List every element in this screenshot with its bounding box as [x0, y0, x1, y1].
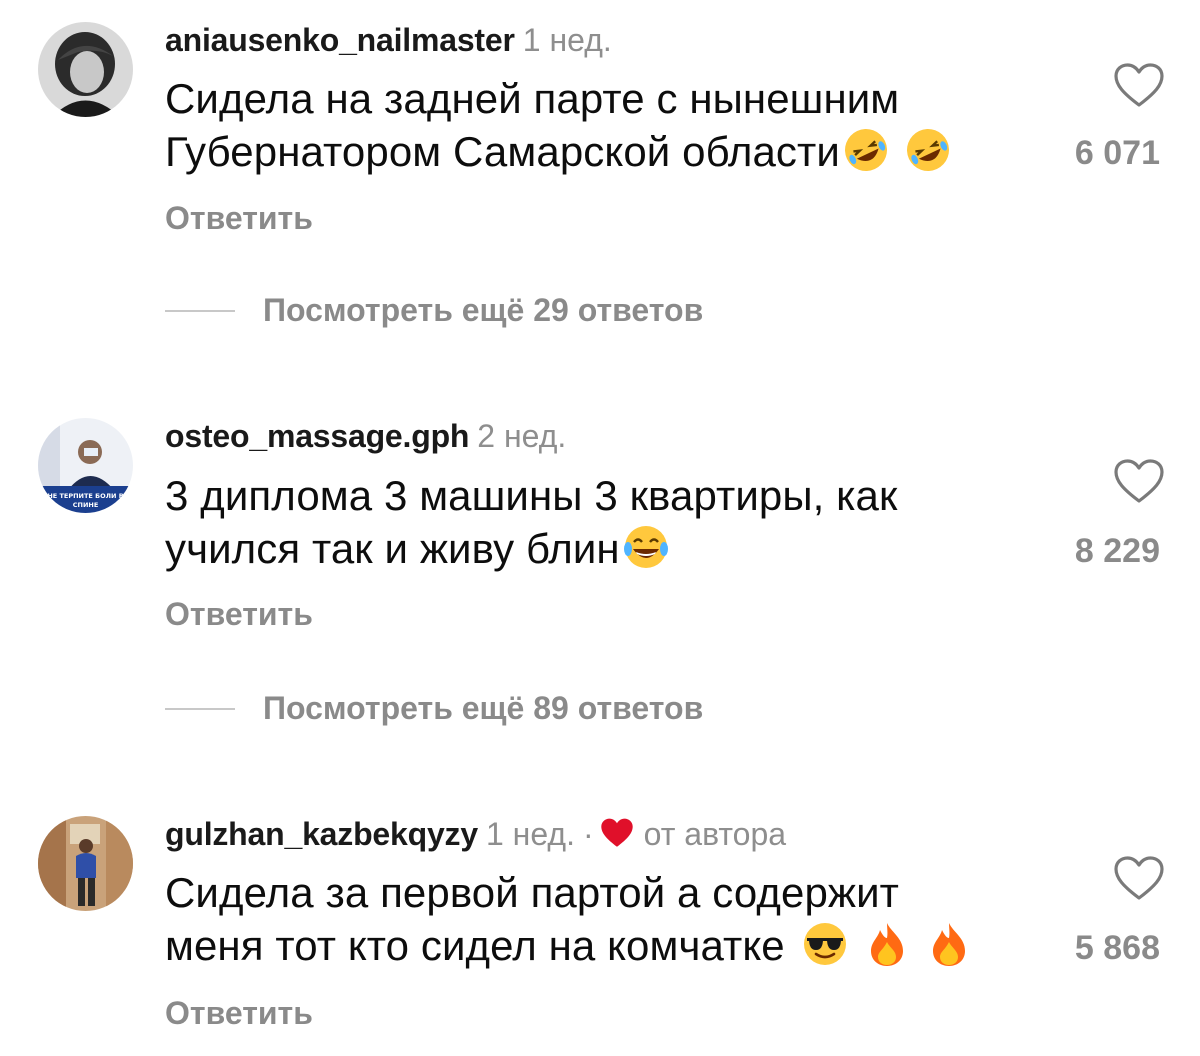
fire-emoji: [925, 920, 973, 968]
replies-divider: [165, 707, 235, 710]
sunglasses-emoji: [801, 920, 849, 968]
comment-meta: osteo_massage.gph 2 нед.: [165, 416, 566, 456]
like-control: 5 868: [1075, 855, 1178, 967]
svg-text:СПИНЕ: СПИНЕ: [73, 501, 99, 509]
avatar[interactable]: НЕ ТЕРПИТЕ БОЛИ В СПИНЕ: [38, 418, 133, 513]
fire-emoji: [863, 920, 911, 968]
reply-button[interactable]: Ответить: [165, 995, 313, 1032]
replies-divider: [165, 309, 235, 312]
comment-text: Сидела за первой партой а содержит меня …: [165, 866, 1025, 972]
like-count: 6 071: [1074, 134, 1160, 172]
comment-text-line-1: 3 диплома 3 машины 3 квартиры, как: [165, 472, 898, 519]
reply-button[interactable]: Ответить: [165, 200, 313, 237]
timestamp: 1 нед.: [522, 22, 612, 58]
like-count: 8 229: [1074, 532, 1160, 570]
username[interactable]: osteo_massage.gph: [165, 418, 469, 454]
heart-icon[interactable]: [1113, 458, 1165, 506]
comment-text-line-2: Губернатором Самарской области: [165, 128, 840, 175]
rofl-emoji: [904, 126, 952, 174]
comment-text: 3 диплома 3 машины 3 квартиры, как училс…: [165, 469, 1025, 575]
svg-text:НЕ ТЕРПИТЕ БОЛИ В: НЕ ТЕРПИТЕ БОЛИ В: [47, 492, 123, 500]
comment-meta: gulzhan_kazbekqyzy 1 нед. · от автора: [165, 814, 786, 854]
avatar[interactable]: [38, 22, 133, 117]
author-badge: от автора: [643, 816, 787, 852]
tears-of-joy-emoji: [622, 523, 670, 571]
timestamp: 2 нед.: [477, 418, 567, 454]
comment-meta: aniausenko_nailmaster 1 нед.: [165, 20, 612, 60]
comment-text-line-2: меня тот кто сидел на комчатке: [165, 922, 785, 969]
view-more-replies-label: Посмотреть ещё 89 ответов: [263, 690, 704, 726]
comment-text: Сидела на задней парте с нынешним Губерн…: [165, 72, 1025, 178]
author-liked-heart-icon: [600, 818, 633, 847]
username[interactable]: aniausenko_nailmaster: [165, 22, 515, 58]
view-more-replies[interactable]: Посмотреть ещё 29 ответов: [165, 292, 703, 329]
avatar[interactable]: [38, 816, 133, 911]
meta-separator: ·: [582, 816, 594, 852]
heart-icon[interactable]: [1113, 62, 1165, 110]
view-more-replies-label: Посмотреть ещё 29 ответов: [263, 292, 704, 328]
username[interactable]: gulzhan_kazbekqyzy: [165, 816, 478, 852]
reply-button[interactable]: Ответить: [165, 596, 313, 633]
like-control: 6 071: [1075, 62, 1178, 172]
comment-text-line-1: Сидела за первой партой а содержит: [165, 869, 900, 916]
like-count: 5 868: [1074, 929, 1160, 967]
rofl-emoji: [842, 126, 890, 174]
view-more-replies[interactable]: Посмотреть ещё 89 ответов: [165, 690, 703, 727]
heart-icon[interactable]: [1113, 855, 1165, 903]
timestamp: 1 нед.: [485, 816, 575, 852]
comment-text-line-1: Сидела на задней парте с нынешним: [165, 75, 900, 122]
like-control: 8 229: [1075, 458, 1178, 570]
comment-text-line-2: учился так и живу блин: [165, 525, 620, 572]
